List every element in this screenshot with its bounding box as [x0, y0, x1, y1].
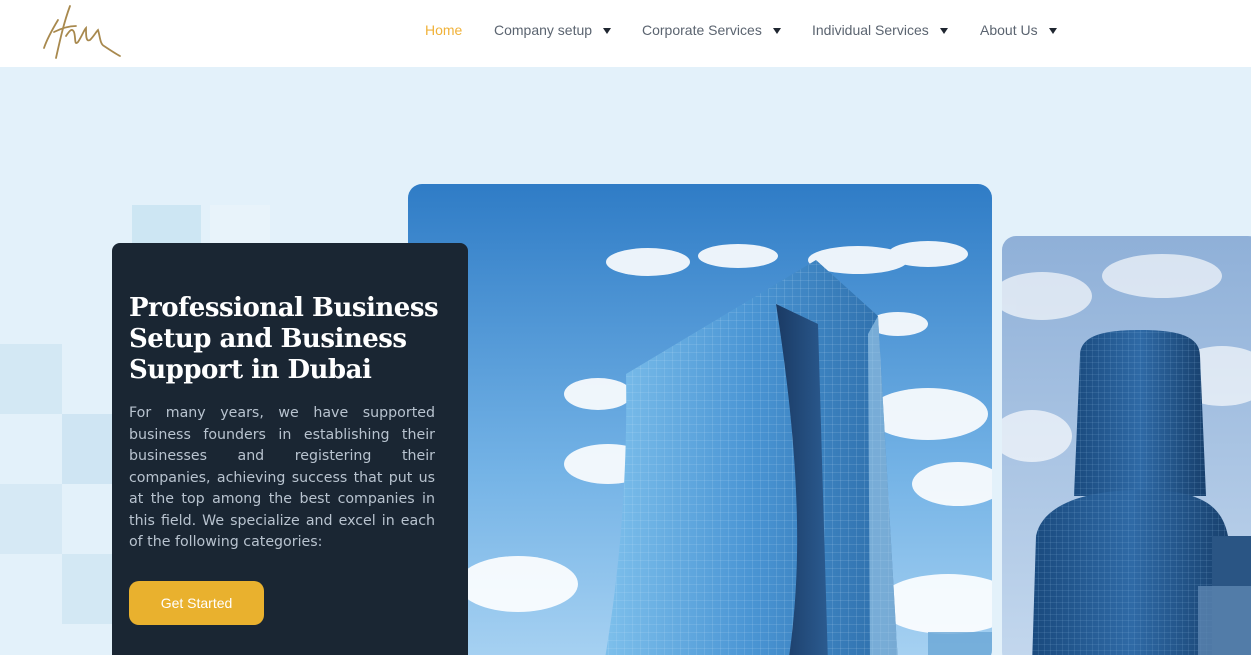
hero-card: Professional Business Setup and Business… [112, 243, 468, 655]
site-header: Home Company setup Corporate Services In… [0, 0, 1251, 67]
hero-building-image [408, 184, 992, 655]
chevron-down-icon [603, 27, 612, 34]
decorative-square [210, 205, 270, 245]
decorative-square [132, 205, 201, 245]
decorative-square [0, 484, 62, 554]
nav-item-home[interactable]: Home [425, 20, 462, 40]
decorative-square [62, 414, 112, 484]
nav-item-label: Corporate Services [642, 22, 762, 38]
nav-item-label: Company setup [494, 22, 593, 38]
hero-description: For many years, we have supported busine… [129, 405, 435, 550]
get-started-button[interactable]: Get Started [129, 581, 264, 625]
nav-item-about-us[interactable]: About Us [980, 20, 1057, 40]
chevron-down-icon [1048, 27, 1057, 34]
nav-item-label: About Us [980, 22, 1038, 38]
nav-item-label: Home [425, 22, 463, 38]
nav-item-company-setup[interactable]: Company setup [494, 20, 612, 40]
nav-item-label: Individual Services [812, 22, 929, 38]
side-building-image [1002, 236, 1251, 655]
decorative-square [0, 344, 62, 414]
chevron-down-icon [772, 27, 781, 34]
nav-item-individual-services[interactable]: Individual Services [812, 20, 948, 40]
nav-item-corporate-services[interactable]: Corporate Services [642, 20, 781, 40]
chevron-down-icon [939, 27, 948, 34]
decorative-square [62, 554, 112, 624]
brand-logo[interactable] [40, 2, 124, 62]
hero-title: Professional Business Setup and Business… [129, 293, 439, 385]
